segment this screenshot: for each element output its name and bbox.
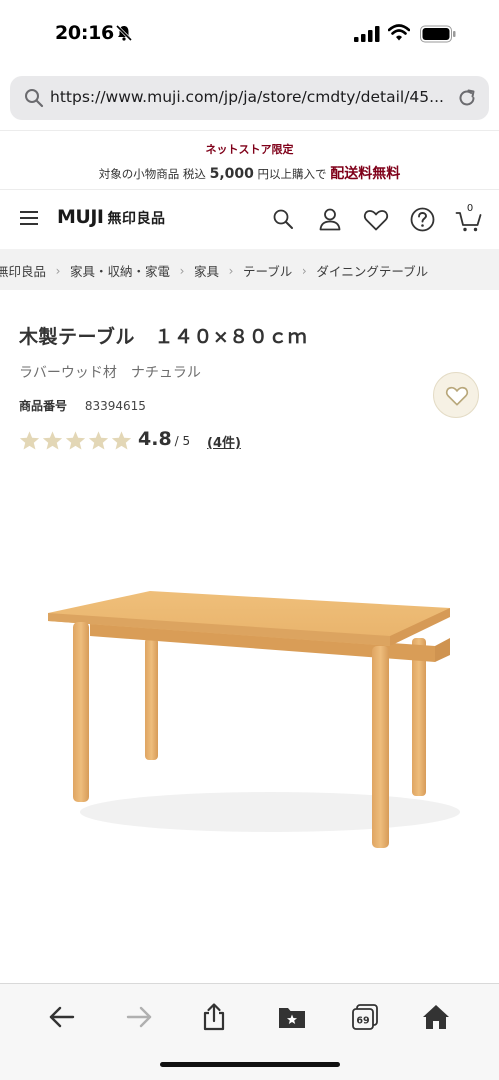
breadcrumb-item-home[interactable]: 無印良品 bbox=[0, 261, 46, 280]
product-subtitle: ラバーウッド材 ナチュラル bbox=[19, 365, 201, 381]
notice-heading: ネットストア限定 bbox=[205, 143, 294, 156]
breadcrumb-chevron-icon: › bbox=[55, 263, 61, 278]
notice-prefix: 対象の小物商品 税込 bbox=[98, 167, 206, 181]
status-time: 20:16 bbox=[55, 22, 114, 44]
account-icon[interactable] bbox=[318, 207, 342, 231]
rating-score: 4.8/ 5 bbox=[138, 428, 190, 450]
product-image-table[interactable] bbox=[40, 560, 470, 870]
star-icon bbox=[42, 431, 63, 450]
url-text[interactable]: https://www.muji.com/jp/ja/store/cmdty/d… bbox=[50, 88, 455, 106]
tabs-icon[interactable]: 69 bbox=[350, 1002, 380, 1032]
star-icon bbox=[65, 431, 86, 450]
bookmarks-folder-icon[interactable] bbox=[277, 1002, 307, 1032]
sku-value: 83394615 bbox=[84, 399, 146, 413]
notice-amount: 5,000 bbox=[209, 166, 254, 182]
favorites-heart-icon[interactable] bbox=[363, 208, 389, 232]
breadcrumb-chevron-icon: › bbox=[179, 263, 185, 278]
search-icon[interactable] bbox=[272, 208, 294, 230]
site-header: MUJI 無印良品 0 bbox=[0, 190, 499, 248]
wifi-icon bbox=[388, 24, 410, 41]
add-to-favorites-button[interactable] bbox=[433, 372, 479, 418]
product-title: 木製テーブル １４０×８０ｃｍ bbox=[19, 326, 308, 348]
rating-stars bbox=[19, 430, 134, 451]
shipping-notice-banner[interactable]: ネットストア限定 対象の小物商品 税込 5,000 円以上購入で 配送料無料 bbox=[0, 130, 499, 190]
breadcrumb-item-furniture[interactable]: 家具 bbox=[194, 261, 219, 280]
breadcrumb: 無印良品 › 家具・収納・家電 › 家具 › テーブル › ダイニングテーブル bbox=[0, 249, 499, 290]
home-indicator bbox=[160, 1062, 340, 1067]
status-bar: 20:16 bbox=[0, 0, 499, 68]
hamburger-menu-icon[interactable] bbox=[20, 210, 38, 226]
search-icon bbox=[25, 89, 44, 108]
rating-value: 4.8 bbox=[138, 428, 172, 450]
sku-label: 商品番号 bbox=[19, 399, 68, 413]
address-bar[interactable]: https://www.muji.com/jp/ja/store/cmdty/d… bbox=[10, 76, 489, 120]
breadcrumb-chevron-icon: › bbox=[228, 263, 234, 278]
signal-icon bbox=[354, 26, 380, 42]
battery-icon bbox=[420, 25, 456, 43]
logo-jp: 無印良品 bbox=[107, 211, 166, 227]
review-count-link[interactable]: (4件) bbox=[207, 432, 241, 451]
notice-free-shipping: 配送料無料 bbox=[330, 166, 401, 182]
rating-max: / 5 bbox=[174, 434, 191, 448]
home-icon[interactable] bbox=[421, 1002, 451, 1032]
help-icon[interactable] bbox=[410, 207, 435, 232]
notice-text: 対象の小物商品 税込 5,000 円以上購入で 配送料無料 bbox=[0, 163, 499, 183]
forward-arrow-icon[interactable] bbox=[124, 1002, 154, 1032]
logo-text: MUJI bbox=[57, 206, 104, 228]
back-arrow-icon[interactable] bbox=[47, 1002, 77, 1032]
product-sku: 商品番号 83394615 bbox=[19, 397, 146, 414]
bell-slash-icon bbox=[115, 24, 133, 42]
reload-icon[interactable] bbox=[456, 87, 478, 109]
star-icon bbox=[111, 431, 132, 450]
tabs-count: 69 bbox=[356, 1016, 369, 1027]
breadcrumb-item-table[interactable]: テーブル bbox=[243, 261, 292, 280]
heart-icon bbox=[445, 386, 469, 406]
star-icon bbox=[88, 431, 109, 450]
breadcrumb-item-dining-table[interactable]: ダイニングテーブル bbox=[316, 261, 428, 280]
star-icon bbox=[19, 431, 40, 450]
breadcrumb-chevron-icon: › bbox=[301, 263, 307, 278]
muji-logo[interactable]: MUJI 無印良品 bbox=[57, 206, 165, 228]
breadcrumb-item-furniture-storage[interactable]: 家具・収納・家電 bbox=[70, 261, 170, 280]
cart-count-badge: 0 bbox=[466, 203, 474, 214]
share-icon[interactable] bbox=[199, 1002, 229, 1032]
notice-suffix: 円以上購入で bbox=[257, 167, 327, 181]
